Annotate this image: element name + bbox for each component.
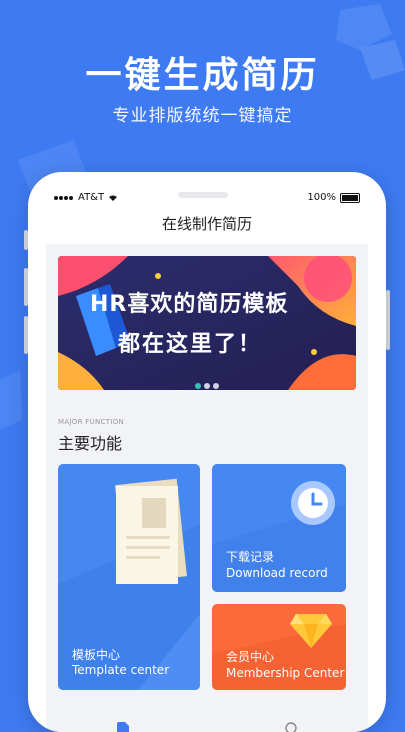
banner-headline: HR喜欢的简历模板 [90,292,289,317]
card-subtitle: Membership Center [226,666,345,680]
status-bar: AT&T 100% [54,192,360,208]
card-subtitle: Download record [226,566,328,580]
bottom-tab-bar [46,718,368,732]
tab-home-icon[interactable] [116,722,130,732]
promo-banner[interactable]: HR喜欢的简历模板 都在这里了！ [58,256,356,390]
hero-subtitle: 专业排版统统一键搞定 [112,106,293,126]
pager-dot[interactable] [204,383,210,389]
banner-artwork [58,256,356,390]
hero-title: 一键生成简历 [85,55,320,96]
card-title: 模板中心 [72,648,121,662]
wifi-icon [109,195,118,201]
download-record-card[interactable]: 下载记录 Download record [212,464,346,592]
battery-percent: 100% [307,192,336,203]
tab-profile-icon[interactable] [284,722,298,732]
phone-mockup: AT&T 100% 在线制作简历 HR喜欢的简历模板 都在这里了！ MAJOR … [28,172,386,732]
section-title: 主要功能 [58,434,123,453]
phone-side-button [386,290,390,350]
banner-pager [58,374,356,390]
app-screen: 在线制作简历 HR喜欢的简历模板 都在这里了！ MAJOR FUNCTION 主… [46,208,368,732]
membership-center-card[interactable]: 会员中心 Membership Center [212,604,346,690]
pager-dot[interactable] [195,383,201,389]
page-title: 在线制作简历 [46,208,368,244]
battery-icon [340,192,360,203]
app-store-screenshot: { "hero": { "title": "一键生成简历", "subtitle… [0,0,405,732]
document-icon [115,478,187,584]
card-title: 会员中心 [226,650,275,664]
card-title: 下载记录 [226,550,275,564]
pager-dot[interactable] [213,383,219,389]
signal-icon [54,192,74,203]
template-center-card[interactable]: 模板中心 Template center [58,464,200,690]
section-label-en: MAJOR FUNCTION [58,418,125,426]
carrier-label: AT&T [78,192,105,203]
diamond-icon [290,614,332,648]
card-subtitle: Template center [72,663,170,677]
clock-icon [291,481,335,525]
banner-subheadline: 都在这里了！ [118,332,263,357]
